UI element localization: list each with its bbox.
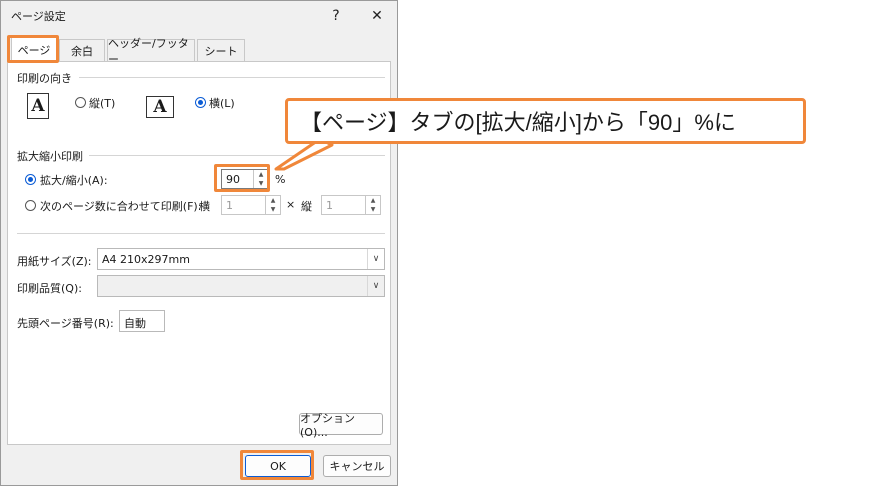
annotation-callout: 【ページ】タブの[拡大/縮小]から「90」%に xyxy=(285,98,806,144)
spin-down-icon[interactable]: ▼ xyxy=(266,205,280,214)
fit-to-label: 次のページ数に合わせて印刷(F): xyxy=(40,200,202,213)
adjust-percent-highlight xyxy=(214,164,270,192)
fit-wide-value[interactable]: 1 xyxy=(226,199,233,212)
options-button[interactable]: オプション(O)... xyxy=(299,412,383,439)
portrait-label: 縦(T) xyxy=(89,97,116,110)
portrait-page-icon: A xyxy=(27,93,49,119)
tab-header-footer[interactable]: ヘッダー/フッター xyxy=(107,37,195,66)
page-setup-dialog: ページ設定 ? ✕ ページ 余白 ヘッダー/フッター シート 印刷の向き A 縦… xyxy=(0,0,398,486)
ok-button-highlight xyxy=(240,450,314,480)
spinner-arrows[interactable]: ▲ ▼ xyxy=(265,196,280,214)
close-icon[interactable]: ✕ xyxy=(357,1,397,31)
spinner-arrows[interactable]: ▲ ▼ xyxy=(365,196,380,214)
landscape-page-icon: A xyxy=(146,96,174,118)
annotation-text: 【ページ】タブの[拡大/縮小]から「90」%に xyxy=(300,110,736,135)
dialog-title: ページ設定 xyxy=(11,10,66,23)
times-sign: × xyxy=(286,198,296,211)
adjust-to-radio[interactable] xyxy=(25,174,36,185)
portrait-radio[interactable] xyxy=(75,97,86,108)
tab-page-highlight xyxy=(7,35,59,63)
help-icon[interactable]: ? xyxy=(316,1,356,31)
scaling-section-label: 拡大縮小印刷 xyxy=(17,150,83,163)
first-page-number-label: 先頭ページ番号(R): xyxy=(17,317,114,330)
fit-tall-value[interactable]: 1 xyxy=(326,199,333,212)
fit-tall-label: 縦 xyxy=(301,200,312,213)
orientation-section-label: 印刷の向き xyxy=(17,72,72,85)
orientation-separator xyxy=(79,77,385,78)
fit-wide-spinner[interactable]: 1 ▲ ▼ xyxy=(221,195,281,215)
scaling-separator xyxy=(89,155,385,156)
fit-tall-spinner[interactable]: 1 ▲ ▼ xyxy=(321,195,381,215)
cancel-button[interactable]: キャンセル xyxy=(323,455,391,477)
paper-separator xyxy=(17,233,385,234)
paper-size-value: A4 210x297mm xyxy=(102,253,190,266)
spin-up-icon[interactable]: ▲ xyxy=(366,196,380,205)
print-quality-dropdown[interactable]: ∨ xyxy=(97,275,385,297)
spin-down-icon[interactable]: ▼ xyxy=(366,205,380,214)
tab-sheet[interactable]: シート xyxy=(197,39,245,61)
title-bar: ページ設定 ? ✕ xyxy=(1,1,399,31)
spin-up-icon[interactable]: ▲ xyxy=(266,196,280,205)
first-page-number-value[interactable]: 自動 xyxy=(124,315,146,331)
paper-size-dropdown[interactable]: A4 210x297mm ∨ xyxy=(97,248,385,270)
fit-wide-label: 横 xyxy=(199,200,210,213)
tab-margins[interactable]: 余白 xyxy=(59,39,105,61)
paper-size-label: 用紙サイズ(Z): xyxy=(17,255,92,268)
landscape-radio[interactable] xyxy=(195,97,206,108)
landscape-label: 横(L) xyxy=(209,97,235,110)
fit-to-radio[interactable] xyxy=(25,200,36,211)
chevron-down-icon[interactable]: ∨ xyxy=(367,249,384,269)
adjust-to-label: 拡大/縮小(A): xyxy=(40,174,108,187)
first-page-number-input[interactable]: 自動 xyxy=(119,310,165,332)
print-quality-label: 印刷品質(Q): xyxy=(17,282,82,295)
chevron-down-icon[interactable]: ∨ xyxy=(367,276,384,296)
